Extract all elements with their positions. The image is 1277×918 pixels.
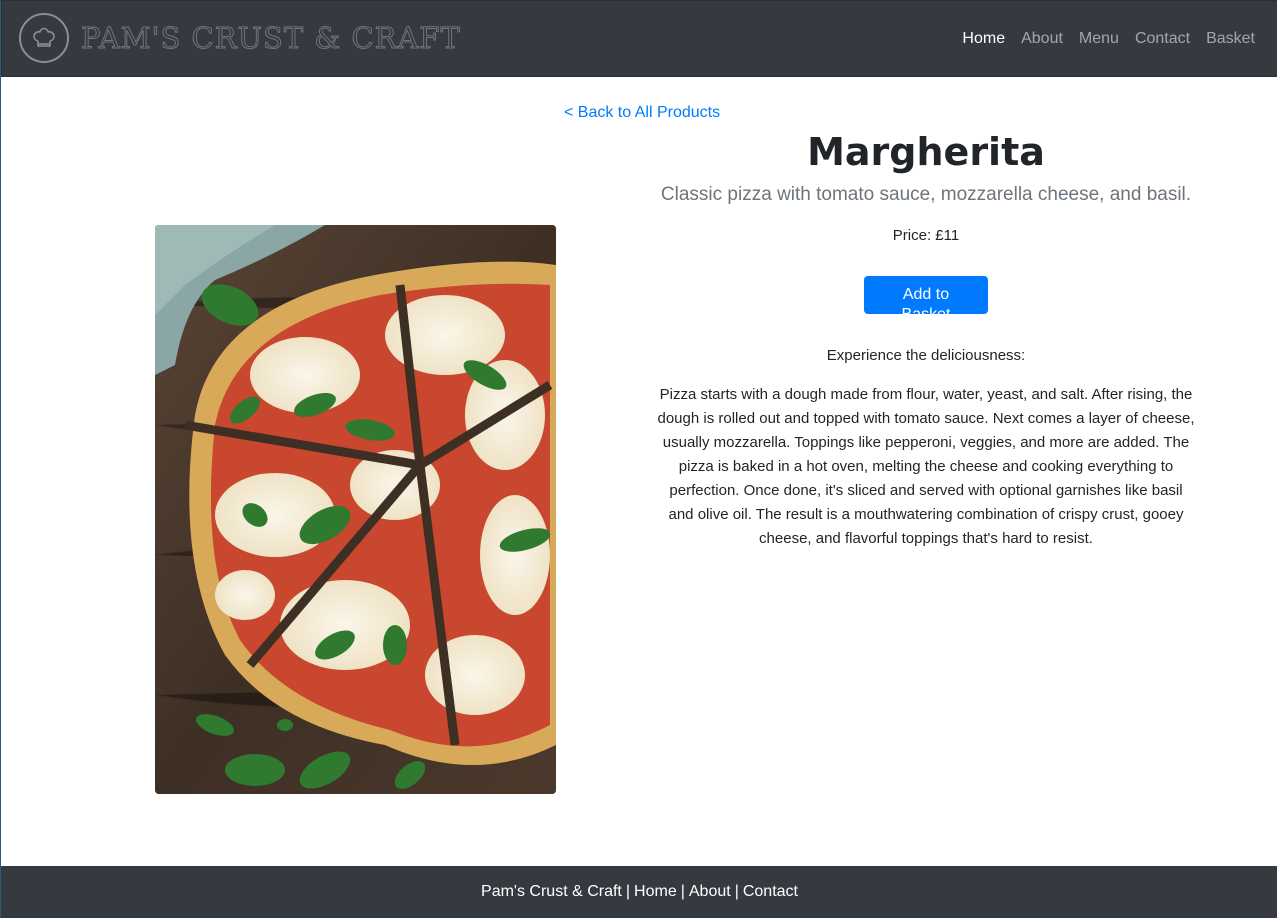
footer: Pam's Crust & Craft | Home | About | Contact xyxy=(1,866,1277,918)
experience-heading: Experience the deliciousness: xyxy=(826,347,1026,364)
nav-item-home[interactable]: Home xyxy=(962,30,1005,48)
add-to-basket-button[interactable]: Add to Basket xyxy=(864,276,988,323)
footer-brand-link[interactable]: Pam's Crust & Craft xyxy=(481,883,622,900)
nav-item-about[interactable]: About xyxy=(1021,30,1063,48)
main-nav: Home About Menu Contact Basket xyxy=(962,30,1255,48)
brand-name: Pam's Crust & Craft xyxy=(81,21,461,56)
footer-separator: | xyxy=(625,883,631,900)
footer-link-home[interactable]: Home xyxy=(634,883,677,900)
product-title: Margherita xyxy=(807,130,1045,174)
chef-hat-icon xyxy=(19,13,69,63)
nav-item-contact[interactable]: Contact xyxy=(1135,30,1190,48)
footer-links: Pam's Crust & Craft | Home | About | Contact xyxy=(481,883,798,901)
footer-separator: | xyxy=(734,883,739,900)
nav-item-menu[interactable]: Menu xyxy=(1079,30,1119,48)
footer-link-contact[interactable]: Contact xyxy=(743,883,798,900)
footer-separator: | xyxy=(680,883,685,900)
product-details: Margherita Classic pizza with tomato sau… xyxy=(651,126,1201,551)
product-description: Pizza starts with a dough made from flou… xyxy=(657,386,1195,547)
product-image xyxy=(155,225,556,794)
footer-link-about[interactable]: About xyxy=(689,883,731,900)
navbar: Pam's Crust & Craft Home About Menu Cont… xyxy=(1,0,1277,77)
product-price: Price: £11 xyxy=(892,227,960,244)
nav-item-basket[interactable]: Basket xyxy=(1206,30,1255,48)
brand[interactable]: Pam's Crust & Craft xyxy=(19,13,461,63)
back-to-products-link[interactable]: < Back to All Products xyxy=(564,104,720,122)
product-subtitle: Classic pizza with tomato sauce, mozzare… xyxy=(660,184,1192,205)
